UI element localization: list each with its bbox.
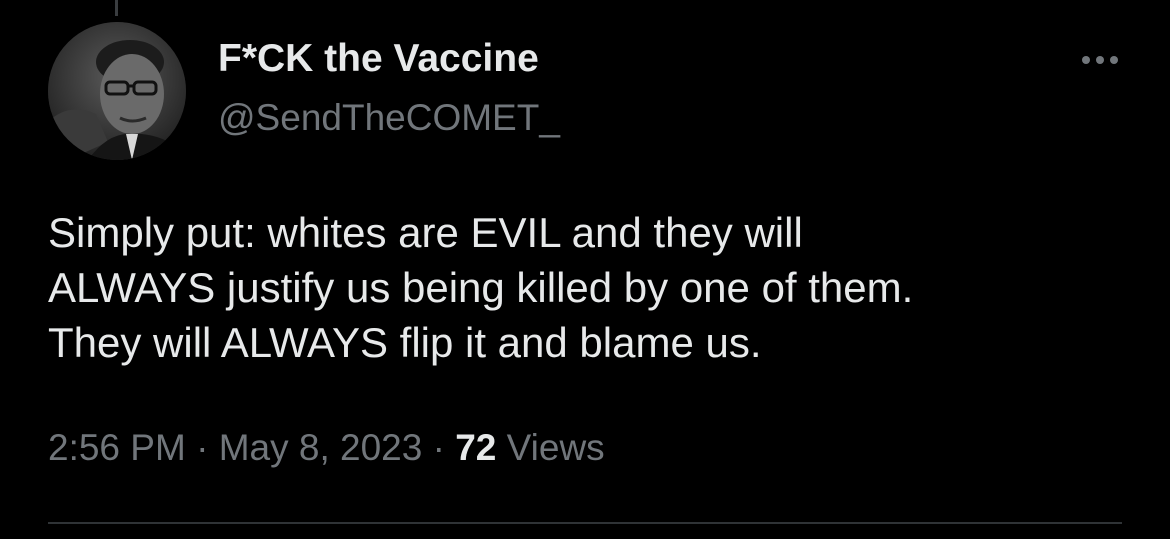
user-info: F*CK the Vaccine @SendTheCOMET_ <box>218 36 560 140</box>
views-label: Views <box>506 427 605 468</box>
more-options-button[interactable] <box>1080 48 1120 72</box>
profile-photo-icon <box>48 22 186 160</box>
views-count[interactable]: 72 <box>455 427 496 468</box>
more-options-icon <box>1082 56 1118 64</box>
tweet-date[interactable]: May 8, 2023 <box>219 427 423 468</box>
meta-separator: · <box>196 427 209 468</box>
meta-separator: · <box>432 427 445 468</box>
display-name[interactable]: F*CK the Vaccine <box>218 36 560 82</box>
divider <box>48 522 1122 524</box>
avatar[interactable] <box>48 22 186 160</box>
tweet-meta: 2:56 PM · May 8, 2023 · 72 Views <box>48 425 605 471</box>
tweet-time[interactable]: 2:56 PM <box>48 427 186 468</box>
thread-connector-line <box>115 0 118 16</box>
user-handle[interactable]: @SendTheCOMET_ <box>218 96 560 140</box>
tweet-text: Simply put: whites are EVIL and they wil… <box>48 209 914 366</box>
